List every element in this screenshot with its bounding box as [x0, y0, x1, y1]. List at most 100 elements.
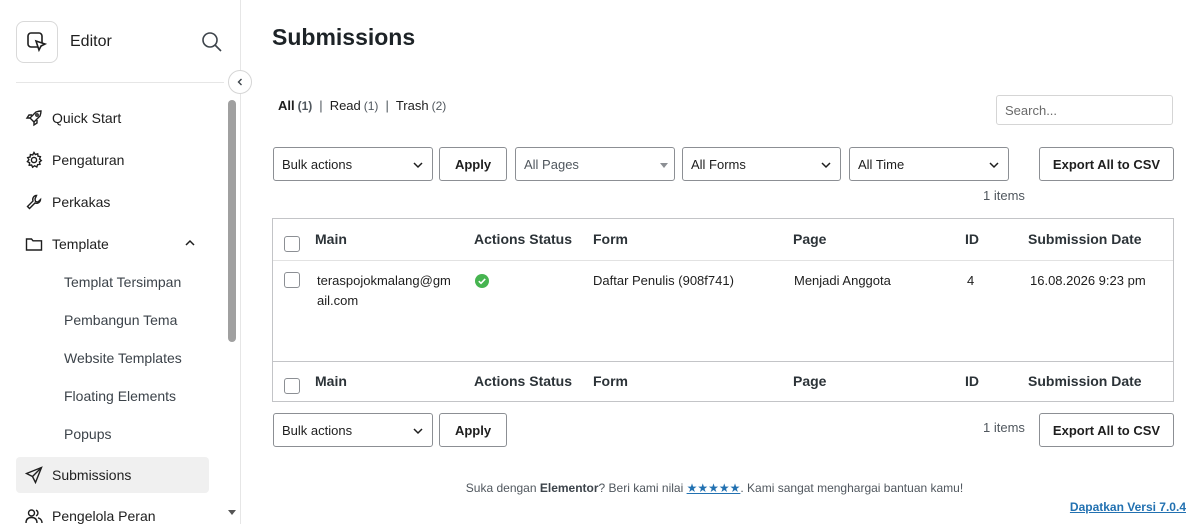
apply-button-bottom[interactable]: Apply — [439, 413, 507, 447]
select-all-checkbox-footer[interactable] — [284, 378, 300, 394]
sidebar-subitem-label: Pembangun Tema — [64, 312, 178, 328]
chevron-down-icon — [989, 162, 999, 169]
sidebar-subitem-templat-tersimpan[interactable]: Templat Tersimpan — [48, 267, 208, 297]
sidebar-header: Editor — [16, 21, 224, 63]
sidebar-item-pengaturan[interactable]: Pengaturan — [16, 142, 209, 178]
export-csv-button-bottom[interactable]: Export All to CSV — [1039, 413, 1174, 447]
main-content: Submissions All (1) | Read (1) | Trash (2) … — [241, 0, 1188, 524]
success-check-icon — [475, 274, 489, 288]
send-icon — [24, 465, 44, 485]
row-id: 4 — [967, 273, 975, 288]
search-icon[interactable] — [200, 30, 224, 54]
all-pages-select[interactable]: All Pages — [515, 147, 675, 181]
row-checkbox[interactable] — [284, 272, 300, 288]
sidebar-subitem-label: Templat Tersimpan — [64, 274, 182, 290]
column-header-submission-date[interactable]: Submission Date — [1028, 231, 1142, 247]
column-footer-main[interactable]: Main — [315, 373, 347, 389]
column-footer-submission-date[interactable]: Submission Date — [1028, 373, 1142, 389]
table-footer: Main Actions Status Form Page ID Submiss… — [273, 361, 1173, 402]
column-header-id[interactable]: ID — [965, 231, 979, 247]
filter-count: (1) — [363, 99, 379, 113]
caret-down-icon — [660, 163, 668, 168]
select-value: All Pages — [524, 156, 579, 172]
sidebar-divider — [16, 82, 224, 83]
collapse-sidebar-button[interactable] — [228, 70, 252, 94]
chevron-down-icon — [413, 428, 423, 435]
sidebar-title: Editor — [70, 33, 112, 50]
select-value: Bulk actions — [282, 422, 353, 438]
sidebar-item-quick-start[interactable]: Quick Start — [16, 100, 209, 136]
select-all-checkbox[interactable] — [284, 236, 300, 252]
gear-icon — [24, 150, 44, 170]
page-title: Submissions — [272, 24, 416, 50]
column-footer-form[interactable]: Form — [593, 373, 628, 389]
select-value: All Forms — [691, 156, 746, 172]
email-part: ail.com — [317, 293, 359, 308]
sidebar-subitem-label: Website Templates — [64, 350, 182, 366]
sidebar-subitem-popups[interactable]: Popups — [48, 419, 208, 449]
filter-read-link[interactable]: Read (1) — [330, 98, 379, 113]
sidebar: Editor Quick Start Pengaturan Perkakas T… — [0, 0, 241, 524]
version-link[interactable]: Dapatkan Versi 7.0.4 — [1070, 500, 1186, 514]
sidebar-item-perkakas[interactable]: Perkakas — [16, 184, 209, 220]
rating-footer: Suka dengan Elementor? Beri kami nilai ★… — [241, 481, 1188, 495]
filter-label: Trash — [395, 98, 429, 113]
sidebar-item-label: Template — [52, 236, 109, 252]
sidebar-item-label: Quick Start — [52, 110, 122, 126]
column-header-page[interactable]: Page — [793, 231, 826, 247]
sidebar-subitem-floating-elements[interactable]: Floating Elements — [48, 381, 208, 411]
rating-stars-link[interactable]: ★★★★★ — [687, 481, 741, 495]
all-forms-select[interactable]: All Forms — [682, 147, 841, 181]
all-time-select[interactable]: All Time — [849, 147, 1009, 181]
sidebar-item-pengelola-peran[interactable]: Pengelola Peran — [16, 498, 209, 524]
sidebar-item-label: Perkakas — [52, 194, 111, 210]
status-filter-links: All (1) | Read (1) | Trash (2) — [278, 98, 446, 113]
apply-button-top[interactable]: Apply — [439, 147, 507, 181]
sidebar-subitem-label: Floating Elements — [64, 388, 177, 404]
sidebar-subitem-pembangun-tema[interactable]: Pembangun Tema — [48, 305, 208, 335]
filter-label: All — [278, 98, 295, 113]
chevron-down-icon — [413, 162, 423, 169]
sidebar-subitem-website-templates[interactable]: Website Templates — [48, 343, 208, 373]
row-page: Menjadi Anggota — [794, 273, 891, 288]
filter-separator: | — [385, 98, 389, 113]
editor-logo-icon[interactable] — [16, 21, 58, 63]
chevron-left-icon — [237, 78, 242, 86]
column-header-form[interactable]: Form — [593, 231, 628, 247]
filter-separator: | — [319, 98, 323, 113]
submissions-table: Main Actions Status Form Page ID Submiss… — [272, 218, 1174, 402]
column-header-actions-status: Actions Status — [474, 231, 573, 247]
filter-all-link[interactable]: All (1) — [278, 98, 312, 113]
column-footer-id[interactable]: ID — [965, 373, 979, 389]
wrench-icon — [24, 192, 44, 212]
row-submission-date: 16.08.2026 9:23 pm — [1030, 273, 1146, 288]
row-main-email-link[interactable]: teraspojokmalang@gm ail.com — [317, 271, 451, 311]
table-header: Main Actions Status Form Page ID Submiss… — [273, 219, 1173, 261]
filter-trash-link[interactable]: Trash (2) — [396, 98, 446, 113]
footer-brand: Elementor — [539, 481, 599, 495]
footer-text: Suka dengan — [465, 481, 540, 495]
sidebar-scrollbar[interactable] — [228, 100, 236, 342]
sidebar-item-template[interactable]: Template — [16, 226, 209, 262]
sidebar-item-submissions[interactable]: Submissions — [16, 457, 209, 493]
folder-icon — [24, 234, 44, 254]
filter-label: Read — [329, 98, 361, 113]
sidebar-item-label: Pengelola Peran — [52, 508, 156, 524]
select-value: Bulk actions — [282, 156, 353, 172]
column-footer-actions-status: Actions Status — [474, 373, 573, 389]
sidebar-subitem-label: Popups — [64, 426, 112, 442]
chevron-down-icon — [821, 162, 831, 169]
chevron-up-icon — [183, 236, 197, 250]
rocket-icon — [24, 108, 44, 128]
sidebar-item-label: Pengaturan — [52, 152, 125, 168]
scroll-down-arrow-icon[interactable] — [228, 510, 236, 515]
bulk-actions-select-top[interactable]: Bulk actions — [273, 147, 433, 181]
users-icon — [24, 506, 44, 524]
bulk-actions-select-bottom[interactable]: Bulk actions — [273, 413, 433, 447]
column-header-main[interactable]: Main — [315, 231, 347, 247]
column-footer-page[interactable]: Page — [793, 373, 826, 389]
export-csv-button-top[interactable]: Export All to CSV — [1039, 147, 1174, 181]
search-input[interactable] — [996, 95, 1173, 125]
row-form: Daftar Penulis (908f741) — [593, 273, 734, 288]
footer-text: ? Beri kami nilai — [598, 481, 687, 495]
